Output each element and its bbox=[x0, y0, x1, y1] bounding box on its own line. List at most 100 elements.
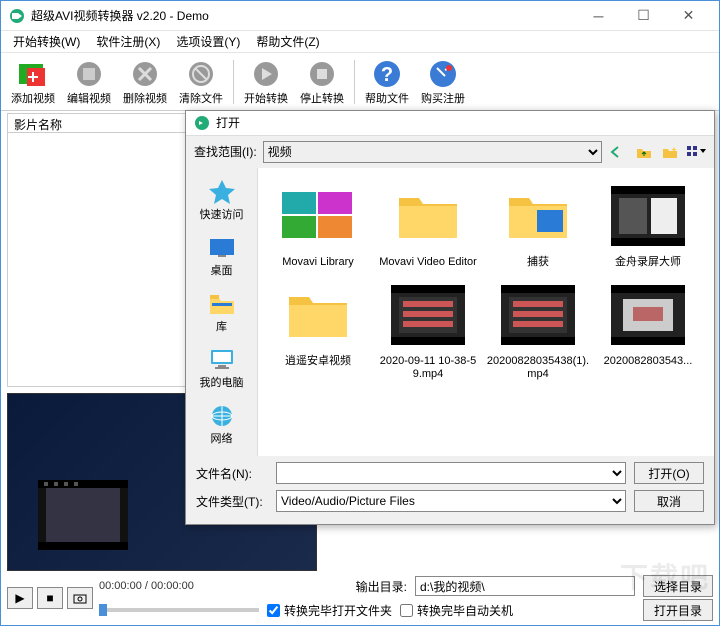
seek-slider[interactable] bbox=[99, 600, 259, 620]
browse-dir-button[interactable]: 选择目录 bbox=[643, 575, 713, 597]
help-file-label: 帮助文件 bbox=[365, 90, 409, 106]
filename-combo[interactable] bbox=[276, 462, 626, 484]
play-button[interactable]: ▶ bbox=[7, 587, 33, 609]
file-name-label: 2020-09-11 10-38-59.mp4 bbox=[376, 355, 480, 381]
buy-register-icon bbox=[427, 58, 459, 90]
dialog-titlebar: 打开 bbox=[186, 111, 714, 136]
add-video-icon bbox=[17, 58, 49, 90]
file-thumb-icon bbox=[384, 279, 472, 351]
menubar: 开始转换(W) 软件注册(X) 选项设置(Y) 帮助文件(Z) bbox=[1, 31, 719, 53]
new-folder-icon[interactable] bbox=[660, 142, 680, 162]
clear-files-label: 清除文件 bbox=[179, 90, 223, 106]
time-display: 00:00:00 / 00:00:00 bbox=[99, 580, 194, 592]
open-button[interactable]: 打开(O) bbox=[634, 462, 704, 484]
file-item[interactable]: 金舟录屏大师 bbox=[594, 178, 702, 271]
menu-help[interactable]: 帮助文件(Z) bbox=[248, 31, 327, 52]
shutdown-checkbox[interactable]: 转换完毕自动关机 bbox=[400, 602, 513, 619]
help-file-button[interactable]: ? 帮助文件 bbox=[359, 56, 415, 108]
add-video-button[interactable]: 添加视频 bbox=[5, 56, 61, 108]
output-dir-label: 输出目录: bbox=[356, 578, 407, 595]
places-bar: 快速访问 桌面 库 我的电脑 网络 bbox=[186, 168, 258, 456]
star-icon bbox=[206, 178, 238, 206]
open-file-dialog: 打开 查找范围(I): 视频 快速访问 桌面 库 bbox=[185, 110, 715, 525]
snapshot-button[interactable] bbox=[67, 587, 93, 609]
place-libraries[interactable]: 库 bbox=[186, 286, 257, 338]
look-in-select[interactable]: 视频 bbox=[263, 141, 602, 163]
cancel-button[interactable]: 取消 bbox=[634, 490, 704, 512]
file-item[interactable]: 逍遥安卓视频 bbox=[264, 277, 372, 383]
delete-video-button[interactable]: 删除视频 bbox=[117, 56, 173, 108]
stop-convert-icon bbox=[306, 58, 338, 90]
computer-icon bbox=[206, 346, 238, 374]
edit-video-button[interactable]: 编辑视频 bbox=[61, 56, 117, 108]
clear-files-icon bbox=[185, 58, 217, 90]
menu-register[interactable]: 软件注册(X) bbox=[88, 31, 168, 52]
toolbar-separator bbox=[233, 60, 234, 104]
filename-label: 文件名(N): bbox=[196, 465, 268, 482]
file-name-label: 逍遥安卓视频 bbox=[285, 355, 351, 368]
close-button[interactable]: ✕ bbox=[666, 2, 711, 30]
dialog-icon bbox=[194, 115, 210, 131]
file-thumb-icon bbox=[494, 279, 582, 351]
file-item[interactable]: Movavi Video Editor bbox=[374, 178, 482, 271]
file-thumb-icon bbox=[384, 180, 472, 252]
file-name-label: 20200828035438(1).mp4 bbox=[486, 355, 590, 381]
desktop-icon bbox=[206, 234, 238, 262]
file-item[interactable]: 捕获 bbox=[484, 178, 592, 271]
open-dir-button[interactable]: 打开目录 bbox=[643, 599, 713, 621]
delete-video-icon bbox=[129, 58, 161, 90]
delete-video-label: 删除视频 bbox=[123, 90, 167, 106]
stop-convert-button[interactable]: 停止转换 bbox=[294, 56, 350, 108]
clear-files-button[interactable]: 清除文件 bbox=[173, 56, 229, 108]
start-convert-label: 开始转换 bbox=[244, 90, 288, 106]
file-name-label: Movavi Library bbox=[282, 256, 354, 269]
libraries-icon bbox=[206, 290, 238, 318]
toolbar-separator bbox=[354, 60, 355, 104]
file-thumb-icon bbox=[604, 180, 692, 252]
file-item[interactable]: Movavi Library bbox=[264, 178, 372, 271]
buy-register-label: 购买注册 bbox=[421, 90, 465, 106]
filetype-label: 文件类型(T): bbox=[196, 493, 268, 510]
file-item[interactable]: 2020082803543... bbox=[594, 277, 702, 383]
edit-video-icon bbox=[73, 58, 105, 90]
place-computer[interactable]: 我的电脑 bbox=[186, 342, 257, 394]
minimize-button[interactable]: ─ bbox=[576, 2, 621, 30]
menu-start[interactable]: 开始转换(W) bbox=[5, 31, 88, 52]
place-desktop[interactable]: 桌面 bbox=[186, 230, 257, 282]
view-menu-icon[interactable] bbox=[686, 142, 706, 162]
maximize-button[interactable]: ☐ bbox=[621, 2, 666, 30]
file-name-label: 金舟录屏大师 bbox=[615, 256, 681, 269]
stop-button[interactable]: ■ bbox=[37, 587, 63, 609]
help-icon: ? bbox=[371, 58, 403, 90]
file-thumb-icon bbox=[604, 279, 692, 351]
up-folder-icon[interactable] bbox=[634, 142, 654, 162]
film-reel-icon bbox=[38, 480, 128, 550]
app-icon bbox=[9, 8, 25, 24]
filetype-combo[interactable]: Video/Audio/Picture Files bbox=[276, 490, 626, 512]
file-list-pane[interactable]: Movavi Library Movavi Video Editor 捕获 金舟录屏大… bbox=[258, 168, 714, 456]
window-title: 超级AVI视频转换器 v2.20 - Demo bbox=[31, 7, 576, 24]
dialog-title: 打开 bbox=[216, 114, 240, 131]
file-thumb-icon bbox=[274, 279, 362, 351]
open-folder-checkbox[interactable]: 转换完毕打开文件夹 bbox=[267, 602, 392, 619]
file-thumb-icon bbox=[494, 180, 582, 252]
place-network[interactable]: 网络 bbox=[186, 398, 257, 450]
back-icon[interactable] bbox=[608, 142, 628, 162]
file-name-label: Movavi Video Editor bbox=[379, 256, 477, 269]
file-thumb-icon bbox=[274, 180, 362, 252]
file-item[interactable]: 2020-09-11 10-38-59.mp4 bbox=[374, 277, 482, 383]
file-name-label: 捕获 bbox=[527, 256, 549, 269]
start-convert-button[interactable]: 开始转换 bbox=[238, 56, 294, 108]
stop-convert-label: 停止转换 bbox=[300, 90, 344, 106]
menu-options[interactable]: 选项设置(Y) bbox=[168, 31, 248, 52]
place-quick-access[interactable]: 快速访问 bbox=[186, 174, 257, 226]
titlebar: 超级AVI视频转换器 v2.20 - Demo ─ ☐ ✕ bbox=[1, 1, 719, 31]
file-item[interactable]: 20200828035438(1).mp4 bbox=[484, 277, 592, 383]
svg-text:?: ? bbox=[381, 64, 393, 86]
start-convert-icon bbox=[250, 58, 282, 90]
look-in-label: 查找范围(I): bbox=[194, 143, 257, 160]
file-name-label: 2020082803543... bbox=[604, 355, 693, 368]
output-dir-input[interactable] bbox=[415, 576, 635, 596]
toolbar: 添加视频 编辑视频 删除视频 清除文件 开始转换 停止转换 ? 帮助文件 bbox=[1, 53, 719, 111]
buy-register-button[interactable]: 购买注册 bbox=[415, 56, 471, 108]
